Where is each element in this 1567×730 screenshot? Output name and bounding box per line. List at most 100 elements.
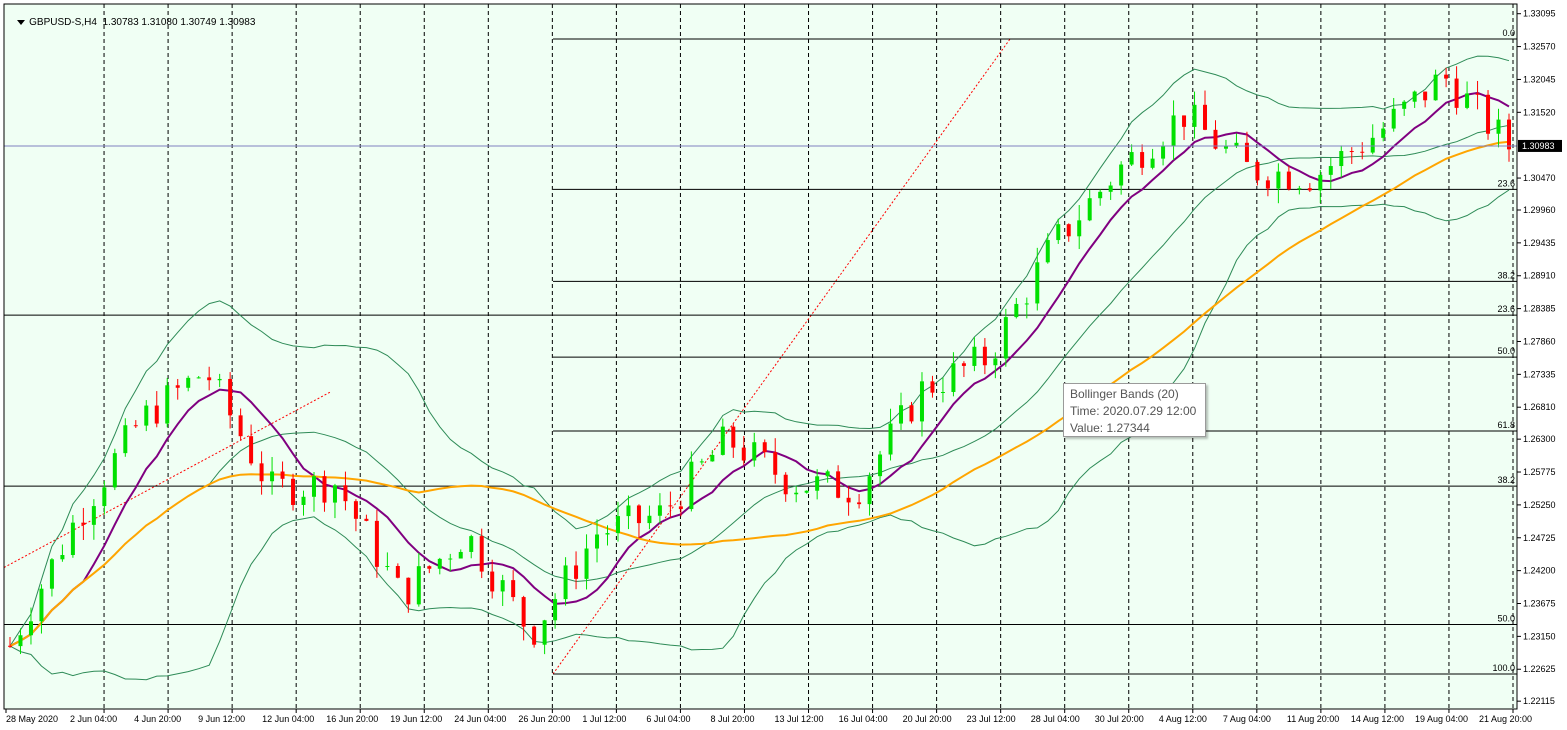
candle-body[interactable] xyxy=(741,447,746,461)
candle-body[interactable] xyxy=(972,346,977,366)
candle-body[interactable] xyxy=(112,453,117,488)
candle-body[interactable] xyxy=(228,378,233,416)
candle-body[interactable] xyxy=(1339,151,1344,167)
candle-body[interactable] xyxy=(909,405,914,422)
candle-body[interactable] xyxy=(815,476,820,491)
candle-body[interactable] xyxy=(1014,303,1019,318)
candle-body[interactable] xyxy=(1203,104,1208,130)
candle-body[interactable] xyxy=(60,555,65,560)
candle-body[interactable] xyxy=(1496,119,1501,134)
candle-body[interactable] xyxy=(1150,158,1155,168)
candle-body[interactable] xyxy=(301,496,306,505)
candle-body[interactable] xyxy=(699,461,704,463)
candle-body[interactable] xyxy=(836,471,841,498)
candle-body[interactable] xyxy=(1433,74,1438,101)
candle-body[interactable] xyxy=(291,478,296,505)
candle-body[interactable] xyxy=(133,425,138,427)
candle-body[interactable] xyxy=(542,620,547,645)
candle-body[interactable] xyxy=(322,476,327,503)
candle-body[interactable] xyxy=(762,442,767,453)
candle-body[interactable] xyxy=(343,485,348,502)
candle-body[interactable] xyxy=(1328,166,1333,175)
candle-body[interactable] xyxy=(899,405,904,424)
candle-body[interactable] xyxy=(81,522,86,525)
candle-body[interactable] xyxy=(1234,142,1239,146)
candle-body[interactable] xyxy=(993,358,998,366)
candle-body[interactable] xyxy=(385,566,390,568)
candle-body[interactable] xyxy=(1003,317,1008,359)
candle-body[interactable] xyxy=(794,492,799,495)
candle-body[interactable] xyxy=(448,558,453,560)
candle-body[interactable] xyxy=(731,426,736,448)
candle-body[interactable] xyxy=(636,505,641,524)
candle-body[interactable] xyxy=(647,515,652,524)
candle-body[interactable] xyxy=(353,501,358,519)
candle-body[interactable] xyxy=(70,522,75,556)
candle-body[interactable] xyxy=(752,442,757,461)
candle-body[interactable] xyxy=(563,565,568,600)
candle-body[interactable] xyxy=(1444,74,1449,79)
candle-body[interactable] xyxy=(1161,146,1166,159)
candle-body[interactable] xyxy=(574,565,579,579)
candle-body[interactable] xyxy=(888,423,893,455)
candle-body[interactable] xyxy=(773,452,778,475)
candle-body[interactable] xyxy=(1507,119,1511,150)
candle-body[interactable] xyxy=(406,577,411,605)
candle-body[interactable] xyxy=(1171,115,1176,147)
candle-body[interactable] xyxy=(238,415,243,437)
candle-body[interactable] xyxy=(1119,164,1124,186)
candle-body[interactable] xyxy=(249,436,254,464)
candle-body[interactable] xyxy=(940,392,945,394)
candle-body[interactable] xyxy=(8,645,12,647)
candle-body[interactable] xyxy=(280,471,285,479)
candle-body[interactable] xyxy=(1129,152,1134,165)
candle-body[interactable] xyxy=(18,635,23,647)
candle-body[interactable] xyxy=(1402,101,1407,109)
candle-body[interactable] xyxy=(1098,191,1103,199)
candle-body[interactable] xyxy=(1276,171,1281,189)
candle-body[interactable] xyxy=(584,548,589,579)
candle-body[interactable] xyxy=(720,426,725,455)
candle-body[interactable] xyxy=(427,566,432,569)
candle-body[interactable] xyxy=(867,476,872,505)
candle-body[interactable] xyxy=(521,597,526,627)
candle-body[interactable] xyxy=(102,487,107,507)
candle-body[interactable] xyxy=(207,377,212,381)
candle-body[interactable] xyxy=(878,454,883,477)
candle-body[interactable] xyxy=(1307,188,1312,191)
candle-body[interactable] xyxy=(511,580,516,598)
candle-body[interactable] xyxy=(595,534,600,549)
candle-body[interactable] xyxy=(458,551,463,559)
candle-body[interactable] xyxy=(930,381,935,393)
candle-body[interactable] xyxy=(668,505,673,507)
candle-body[interactable] xyxy=(28,621,33,636)
candle-body[interactable] xyxy=(1486,94,1491,134)
candle-body[interactable] xyxy=(1066,224,1071,237)
candle-body[interactable] xyxy=(626,505,631,517)
price-chart[interactable]: 0.0 23.6 38.2 50.0 61.8 100.0 23.6 38.2 50.0 1.3… xyxy=(0,0,1567,730)
candle-body[interactable] xyxy=(1045,240,1050,263)
candle-body[interactable] xyxy=(49,559,54,589)
candle-body[interactable] xyxy=(532,626,537,645)
candle-body[interactable] xyxy=(395,566,400,578)
candle-body[interactable] xyxy=(1182,115,1187,127)
dropdown-arrow-icon[interactable] xyxy=(17,19,26,25)
candle-body[interactable] xyxy=(825,471,830,477)
candle-body[interactable] xyxy=(1087,198,1092,221)
candle-body[interactable] xyxy=(710,454,715,462)
plot-area[interactable] xyxy=(4,4,1517,709)
candle-body[interactable] xyxy=(1108,185,1113,192)
candle-body[interactable] xyxy=(1286,171,1291,190)
candle-body[interactable] xyxy=(1192,104,1197,127)
candle-body[interactable] xyxy=(1465,93,1470,108)
candle-body[interactable] xyxy=(1297,188,1302,190)
candle-body[interactable] xyxy=(857,502,862,505)
candle-body[interactable] xyxy=(615,516,620,534)
candle-body[interactable] xyxy=(416,566,421,605)
candle-body[interactable] xyxy=(783,474,788,495)
candle-body[interactable] xyxy=(1412,91,1417,102)
candle-body[interactable] xyxy=(311,476,316,497)
candle-body[interactable] xyxy=(1056,224,1061,241)
candle-body[interactable] xyxy=(270,471,275,482)
candle-body[interactable] xyxy=(1454,78,1459,108)
